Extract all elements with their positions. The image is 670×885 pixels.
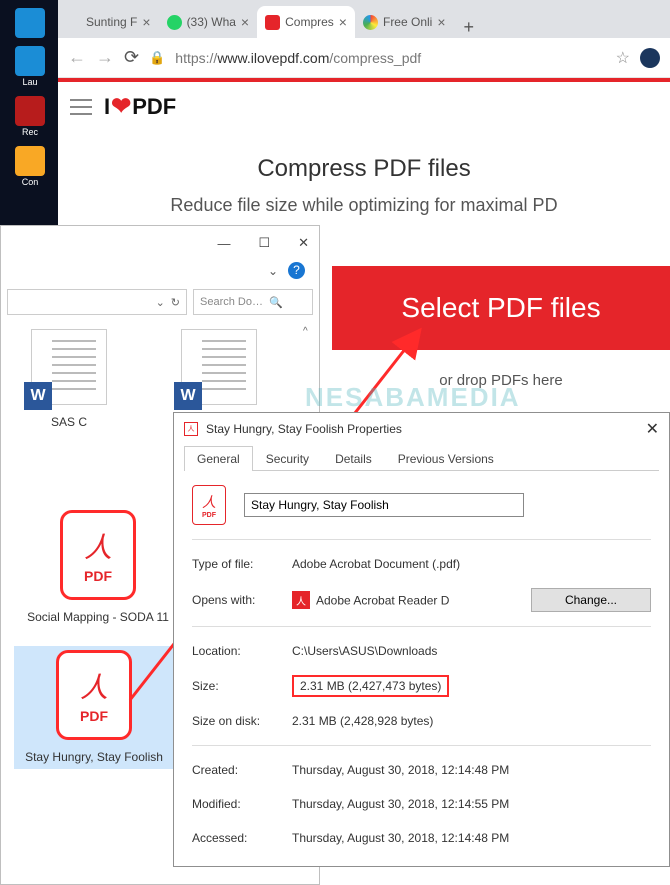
label: Accessed: [192,831,292,845]
browser-tab-active[interactable]: Compres × [257,6,355,38]
desktop-background: Lau Rec Con [0,0,60,230]
tab-title: (33) Wha [187,15,236,29]
value: C:\Users\ASUS\Downloads [292,644,651,658]
tab-security[interactable]: Security [253,446,322,471]
search-icon: 🔍 [269,296,283,309]
close-icon[interactable]: × [241,14,249,30]
tab-title: Compres [285,15,334,29]
file-name: SAS C [9,415,129,431]
tab-bar: Sunting F × (33) Wha × Compres × Free Onli ×… [58,0,670,38]
page-header: I❤PDF [58,82,670,131]
close-icon[interactable]: × [437,14,445,30]
tab-details[interactable]: Details [322,446,385,471]
close-icon[interactable]: ✕ [646,419,659,439]
browser-tab[interactable]: (33) Wha × [159,6,258,38]
page-subtitle: Reduce file size while optimizing for ma… [58,195,670,216]
file-name: Stay Hungry, Stay Foolish [18,750,170,766]
browser-tab[interactable]: Free Onli × [355,6,454,38]
label: Opens with: [192,593,292,607]
value-highlighted: 2.31 MB (2,427,473 bytes) [292,675,651,697]
label: Type of file: [192,557,292,571]
browser-tab[interactable]: Sunting F × [58,6,159,38]
tab-title: Sunting F [86,15,137,29]
address-bar: ← → ⟳ 🔒 https://www.ilovepdf.com/compres… [58,38,670,78]
tab-previous-versions[interactable]: Previous Versions [385,446,507,471]
acrobat-icon: 人 [292,591,310,609]
maximize-icon[interactable]: ☐ [258,235,270,251]
desktop-shortcut[interactable]: Rec [10,96,50,138]
window-controls: — ☐ ✕ [1,226,319,260]
value: Thursday, August 30, 2018, 12:14:48 PM [292,763,651,777]
pdf-icon: 人PDF [60,510,136,600]
dialog-titlebar[interactable]: 人 Stay Hungry, Stay Foolish Properties ✕ [174,413,669,445]
lock-icon: 🔒 [149,50,165,66]
refresh-icon[interactable]: ↻ [171,296,180,309]
file-item[interactable]: 人PDF Social Mapping - SODA 11 [18,510,178,626]
label: Modified: [192,797,292,811]
new-tab-button[interactable]: + [454,17,485,38]
search-input[interactable]: Search Do… 🔍 [193,289,313,315]
change-button[interactable]: Change... [531,588,651,612]
select-pdf-button[interactable]: Select PDF files [332,266,670,350]
help-icon[interactable]: ? [288,262,305,279]
close-icon[interactable]: ✕ [298,235,309,251]
reload-icon[interactable]: ⟳ [124,47,139,68]
label: Size on disk: [192,714,292,728]
drop-hint: or drop PDFs here [332,372,670,389]
favicon-icon [363,15,378,30]
word-icon [181,329,257,405]
label: Size: [192,679,292,693]
search-placeholder: Search Do… [200,296,263,308]
file-item-selected[interactable]: 人PDF Stay Hungry, Stay Foolish [14,646,174,770]
url-text[interactable]: https://www.ilovepdf.com/compress_pdf [175,50,605,66]
desktop-shortcut[interactable]: Con [10,146,50,188]
word-icon [31,329,107,405]
desktop-shortcut[interactable] [10,8,50,38]
file-name: Social Mapping - SODA 11 [18,610,178,626]
close-icon[interactable]: × [339,14,347,30]
minimize-icon[interactable]: — [217,236,230,251]
back-icon[interactable]: ← [68,47,86,68]
favicon-icon [265,15,280,30]
label: Created: [192,763,292,777]
value: Thursday, August 30, 2018, 12:14:55 PM [292,797,651,811]
file-item[interactable]: SAS C [9,329,129,431]
extension-icon[interactable] [640,48,660,68]
upload-panel: Select PDF files or drop PDFs here [332,266,670,389]
value: Adobe Acrobat Document (.pdf) [292,557,651,571]
page-title: Compress PDF files [58,155,670,183]
value: 人Adobe Acrobat Reader D [292,591,531,609]
favicon-icon [66,15,81,30]
favicon-icon [167,15,182,30]
value: Thursday, August 30, 2018, 12:14:48 PM [292,831,651,845]
desktop-shortcut[interactable]: Lau [10,46,50,88]
pdf-icon: 人PDF [192,485,226,525]
close-icon[interactable]: × [142,14,150,30]
menu-icon[interactable] [70,99,92,115]
tab-title: Free Onli [383,15,432,29]
path-box[interactable]: ⌄↻ [7,289,187,315]
properties-dialog: 人 Stay Hungry, Stay Foolish Properties ✕… [173,412,670,867]
filename-input[interactable] [244,493,524,517]
forward-icon[interactable]: → [96,47,114,68]
chevron-down-icon[interactable]: ⌄ [268,264,278,278]
chevron-down-icon[interactable]: ⌄ [156,296,165,309]
label: Location: [192,644,292,658]
value: 2.31 MB (2,428,928 bytes) [292,714,651,728]
star-icon[interactable]: ☆ [616,48,630,68]
heart-icon: ❤ [111,92,131,121]
pdf-icon: 人PDF [56,650,132,740]
pdf-icon: 人 [184,422,198,436]
scroll-up-icon[interactable]: ^ [303,326,317,340]
dialog-tabs: General Security Details Previous Versio… [184,445,659,471]
tab-general[interactable]: General [184,446,253,471]
logo[interactable]: I❤PDF [104,92,176,121]
dialog-title: Stay Hungry, Stay Foolish Properties [206,422,638,436]
